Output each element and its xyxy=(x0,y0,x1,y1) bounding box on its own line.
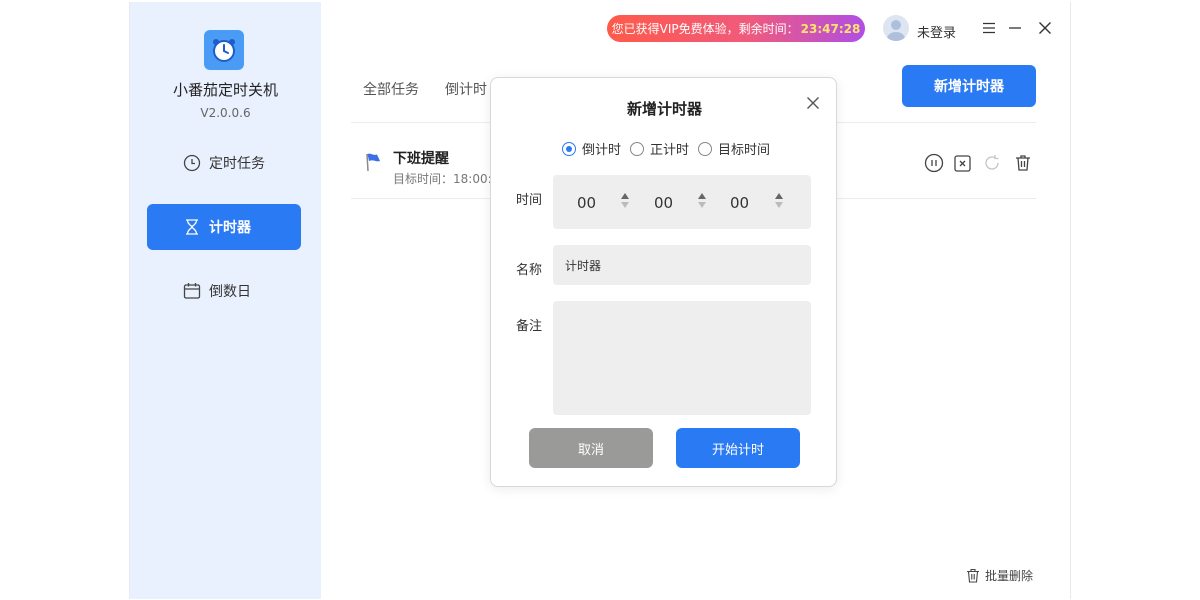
add-timer-dialog: 新增计时器 倒计时 正计时 目标时间 时间 00 00 00 名称 备注 xyxy=(490,77,837,487)
note-label: 备注 xyxy=(516,319,543,334)
sidebar-item-label: 计时器 xyxy=(209,220,251,236)
tab-all-tasks[interactable]: 全部任务 xyxy=(363,79,419,99)
hours-value[interactable]: 00 xyxy=(577,194,596,212)
calendar-icon xyxy=(183,282,201,300)
sidebar-item-countdown-days[interactable]: 倒数日 xyxy=(147,268,301,314)
add-timer-button[interactable]: 新增计时器 xyxy=(902,65,1036,107)
sidebar: 小番茄定时关机 V2.0.0.6 定时任务 计时器 倒数日 xyxy=(130,2,321,599)
avatar[interactable] xyxy=(883,15,909,41)
vip-trial-banner[interactable]: 您已获得VIP免费体验，剩余时间： 23:47:28 xyxy=(607,15,865,42)
seconds-value[interactable]: 00 xyxy=(730,194,749,212)
sidebar-item-label: 倒数日 xyxy=(209,284,251,300)
radio-countdown[interactable]: 倒计时 xyxy=(562,139,621,158)
minimize-icon[interactable] xyxy=(1005,18,1025,38)
clock-icon xyxy=(183,154,201,172)
sidebar-item-label: 定时任务 xyxy=(209,156,265,172)
time-picker: 00 00 00 xyxy=(553,175,811,229)
name-label: 名称 xyxy=(516,263,543,278)
sidebar-item-scheduled-tasks[interactable]: 定时任务 xyxy=(147,140,301,186)
app-window: 小番茄定时关机 V2.0.0.6 定时任务 计时器 倒数日 您已获得VIP免费体… xyxy=(129,2,1071,599)
radio-dot xyxy=(630,141,644,156)
flag-icon xyxy=(365,152,383,176)
stop-icon[interactable] xyxy=(952,152,974,174)
dialog-title: 新增计时器 xyxy=(626,100,702,118)
restart-icon[interactable] xyxy=(981,152,1003,174)
task-title: 下班提醒 xyxy=(393,151,449,167)
minutes-value[interactable]: 00 xyxy=(654,194,673,212)
minutes-stepper[interactable] xyxy=(697,193,707,211)
close-icon[interactable] xyxy=(801,91,825,115)
radio-label: 目标时间 xyxy=(718,143,771,158)
pause-icon[interactable] xyxy=(923,152,945,174)
batch-delete-label: 批量删除 xyxy=(985,569,1034,583)
cancel-button[interactable]: 取消 xyxy=(529,428,653,468)
seconds-stepper[interactable] xyxy=(774,193,784,211)
hourglass-icon xyxy=(183,218,201,236)
radio-dot xyxy=(698,141,712,156)
radio-label: 倒计时 xyxy=(582,143,622,158)
app-name: 小番茄定时关机 xyxy=(172,81,278,99)
close-window-icon[interactable] xyxy=(1035,18,1055,38)
task-subtitle: 目标时间：18:00:0 xyxy=(393,172,493,186)
menu-icon[interactable] xyxy=(979,18,999,38)
radio-label: 正计时 xyxy=(650,143,690,158)
radio-count-up[interactable]: 正计时 xyxy=(630,139,689,158)
app-version: V2.0.0.6 xyxy=(200,106,251,120)
time-label: 时间 xyxy=(516,193,543,208)
tab-countdown[interactable]: 倒计时 xyxy=(445,79,487,99)
vip-text: 您已获得VIP免费体验，剩余时间： xyxy=(611,22,799,36)
vip-remaining-time: 23:47:28 xyxy=(800,21,861,36)
note-field[interactable] xyxy=(553,301,811,415)
start-timer-button[interactable]: 开始计时 xyxy=(676,428,800,468)
trash-icon xyxy=(966,568,980,583)
sidebar-item-timer[interactable]: 计时器 xyxy=(147,204,301,250)
radio-dot xyxy=(562,141,576,156)
batch-delete-button[interactable]: 批量删除 xyxy=(966,567,1033,584)
name-field[interactable] xyxy=(553,245,811,285)
hours-stepper[interactable] xyxy=(620,193,630,211)
radio-target-time[interactable]: 目标时间 xyxy=(698,139,770,158)
alarm-clock-icon xyxy=(204,30,244,70)
login-link[interactable]: 未登录 xyxy=(917,22,956,41)
trash-icon[interactable] xyxy=(1012,152,1034,174)
